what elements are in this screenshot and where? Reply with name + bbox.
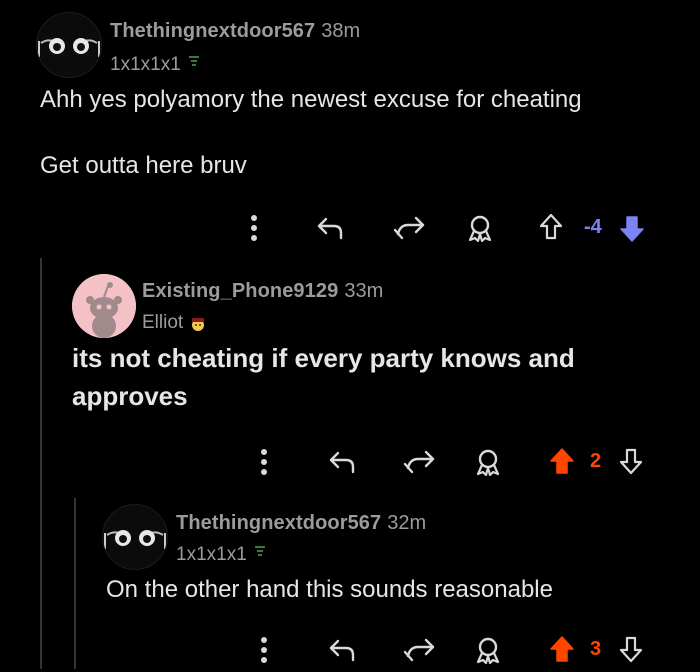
upvote-icon[interactable] <box>548 634 576 664</box>
award-icon[interactable] <box>472 446 504 478</box>
flair-text: Elliot <box>142 312 184 333</box>
more-icon[interactable] <box>256 444 272 480</box>
username[interactable]: Existing_Phone9129 <box>142 280 338 302</box>
flair-text: 1x1x1x1 <box>176 544 247 565</box>
more-icon[interactable] <box>256 632 272 668</box>
share-icon[interactable] <box>392 212 428 244</box>
award-icon[interactable] <box>472 634 504 666</box>
user-flair: 1x1x1x1 <box>110 54 200 76</box>
avatar-eyes-icon <box>38 38 100 57</box>
downvote-icon[interactable] <box>618 446 644 476</box>
score: 3 <box>590 638 602 660</box>
avatar[interactable] <box>36 12 102 78</box>
award-icon[interactable] <box>464 212 496 244</box>
score: -4 <box>584 216 602 238</box>
comment-body-paragraph-2: Get outta here bruv <box>40 148 247 184</box>
avatar[interactable] <box>102 504 168 570</box>
reply-icon[interactable] <box>326 446 358 478</box>
comment-header: Thethingnextdoor567 32m <box>176 512 426 535</box>
thread-line-level-1 <box>40 258 42 669</box>
snoo-avatar-icon <box>72 274 136 338</box>
share-icon[interactable] <box>402 634 438 666</box>
comment-text-line: On the other hand this sounds reasonable <box>106 576 553 603</box>
user-flair: Elliot <box>142 312 206 334</box>
username[interactable]: Thethingnextdoor567 <box>110 20 315 42</box>
comment-actions: -4 <box>240 210 660 250</box>
comment-body: On the other hand this sounds reasonable <box>106 572 553 608</box>
avatar-eyes-icon <box>104 530 166 549</box>
username[interactable]: Thethingnextdoor567 <box>176 512 381 534</box>
downvote-icon[interactable] <box>618 214 646 244</box>
timestamp: 38m <box>321 20 361 42</box>
comment-text-line: Ahh yes polyamory the newest excuse for … <box>40 86 582 113</box>
flair-text: 1x1x1x1 <box>110 54 181 75</box>
timestamp: 33m <box>344 280 384 302</box>
downvote-icon[interactable] <box>618 634 644 664</box>
comment-body: its not cheating if every party knows an… <box>72 340 575 415</box>
reply-icon[interactable] <box>326 634 358 666</box>
share-icon[interactable] <box>402 446 438 478</box>
comment-text-line: approves <box>72 380 188 411</box>
comment-header: Existing_Phone9129 33m <box>142 280 383 303</box>
thread-line-level-2 <box>74 498 76 669</box>
timestamp: 32m <box>387 512 427 534</box>
comment-body: Ahh yes polyamory the newest excuse for … <box>40 82 582 118</box>
upvote-icon[interactable] <box>548 446 576 476</box>
user-flair: 1x1x1x1 <box>176 544 266 566</box>
comment-text-line: Get outta here bruv <box>40 152 247 179</box>
reply-icon[interactable] <box>314 212 346 244</box>
comment-actions: 3 <box>250 632 660 672</box>
comment-actions: 2 <box>250 444 660 484</box>
upvote-icon[interactable] <box>538 212 564 242</box>
score: 2 <box>590 450 602 472</box>
flair-emoji-icon <box>189 56 200 66</box>
comment-text-line: its not cheating if every party knows an… <box>72 343 575 373</box>
more-icon[interactable] <box>246 210 262 246</box>
comment-header: Thethingnextdoor567 38m <box>110 20 360 43</box>
avatar[interactable] <box>72 274 136 338</box>
flair-emoji-icon <box>255 546 266 556</box>
flair-emoji-icon <box>191 317 204 331</box>
